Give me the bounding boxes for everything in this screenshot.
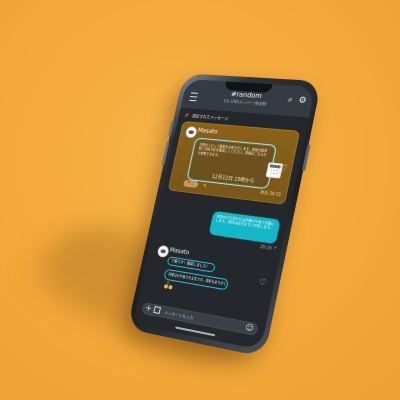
outgoing-message-bubble[interactable]: 次回の打ち合わせは月曜の午後でお願いします。資料は前日までに共有します。 bbox=[208, 210, 281, 245]
avatar bbox=[156, 244, 170, 258]
volume-up-button bbox=[168, 120, 175, 137]
plus-icon[interactable]: + bbox=[144, 303, 153, 314]
home-indicator bbox=[175, 326, 216, 337]
pinned-message-label: 固定されたメッセージ bbox=[191, 113, 229, 121]
avatar bbox=[184, 126, 198, 139]
message-input[interactable] bbox=[161, 306, 243, 332]
check-icon: ✓ bbox=[272, 244, 279, 252]
power-button bbox=[302, 144, 311, 172]
outgoing-message-time: 20:16 bbox=[259, 243, 273, 251]
heart-icon[interactable]: ♡ bbox=[278, 163, 290, 174]
message-sender: Masato bbox=[197, 127, 219, 136]
smartphone: #random 1% LINAメンバー/参加制 ⌕ ⚙ 📌 固定されたメッセージ… bbox=[127, 73, 322, 358]
pin-icon: 📌 bbox=[183, 112, 190, 118]
announcement-text: 今週のトピック更新をお知らせします。会議の議事録と次回予定を確認してください。詳… bbox=[197, 142, 268, 158]
device-mockup-scene: #random 1% LINAメンバー/参加制 ⌕ ⚙ 📌 固定されたメッセージ… bbox=[0, 0, 400, 400]
reaction-count: 1 bbox=[191, 180, 196, 187]
message-timestamp: 昨日 20:15 bbox=[260, 189, 282, 198]
edit-icon: ✎ bbox=[202, 182, 207, 189]
phone-wrapper: #random 1% LINAメンバー/参加制 ⌕ ⚙ 📌 固定されたメッセージ… bbox=[0, 0, 400, 400]
heart-icon[interactable]: ♡ bbox=[258, 277, 267, 287]
pinned-message-card[interactable]: Masato 今週のトピック更新をお知らせします。会議の議事録と次回予定を確認し… bbox=[167, 121, 301, 205]
reaction-row[interactable]: 🙂🙂 bbox=[163, 284, 191, 296]
image-icon[interactable] bbox=[153, 306, 161, 315]
emoji-icon[interactable]: ☺ bbox=[245, 322, 255, 333]
reaction-badge[interactable]: ❤ 1 bbox=[182, 179, 199, 189]
gear-icon[interactable]: ⚙ bbox=[297, 96, 309, 107]
reply-sender: Masato bbox=[169, 246, 191, 257]
chat-screen: #random 1% LINAメンバー/参加制 ⌕ ⚙ 📌 固定されたメッセージ… bbox=[132, 79, 316, 350]
